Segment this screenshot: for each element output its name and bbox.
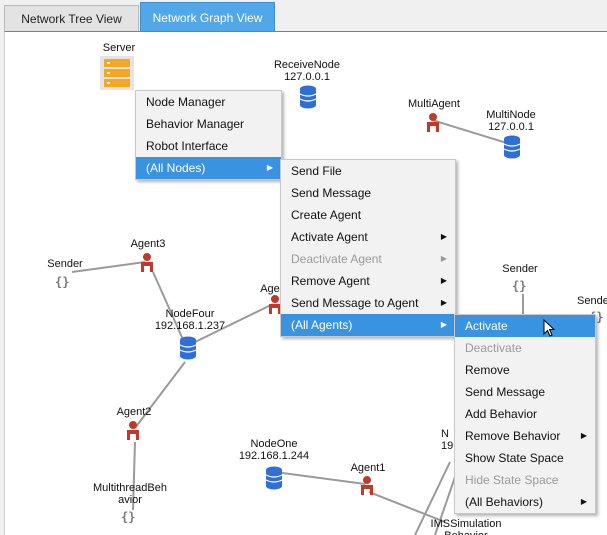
menu-item-label: Remove Behavior [465, 429, 561, 443]
submenu-arrow-icon: ▶ [440, 276, 447, 285]
agent-icon[interactable] [139, 252, 155, 274]
menu-item-create-agent[interactable]: Create Agent [281, 204, 455, 226]
menu-item-label: Deactivate Agent [291, 252, 382, 266]
server-label: Server [102, 42, 136, 54]
menu-item-add-behavior[interactable]: Add Behavior [455, 403, 595, 425]
nodes-submenu: Send File Send Message Create Agent Acti… [280, 159, 456, 337]
menu-item-all-nodes[interactable]: (All Nodes) ▶ [136, 157, 281, 179]
agent3-label: Agent3 [130, 238, 166, 250]
menu-item-label: Send Message to Agent [291, 296, 419, 310]
menu-item-send-message[interactable]: Send Message [281, 182, 455, 204]
server-graphic [104, 59, 130, 87]
context-menu: Node Manager Behavior Manager Robot Inte… [135, 90, 282, 180]
mouse-cursor-icon [543, 319, 556, 337]
menu-item-behavior-manager[interactable]: Behavior Manager [136, 113, 281, 135]
menu-item-robot-interface[interactable]: Robot Interface [136, 135, 281, 157]
submenu-arrow-icon: ▶ [440, 320, 447, 329]
database-icon[interactable] [298, 85, 318, 109]
agent2-label: Agent2 [116, 406, 152, 418]
behavior-icon[interactable]: {} [55, 275, 69, 289]
menu-item-label: Add Behavior [465, 407, 538, 421]
agent-icon[interactable] [359, 475, 375, 497]
database-icon[interactable] [502, 135, 522, 159]
node-one-label: NodeOne 192.168.1.244 [238, 438, 310, 462]
menu-item-deactivate-agent: Deactivate Agent ▶ [281, 248, 455, 270]
menu-item-label: Show State Space [465, 451, 564, 465]
menu-item-label: Activate [465, 319, 508, 333]
submenu-arrow-icon: ▶ [440, 254, 447, 263]
agents-submenu: Activate Deactivate Remove Send Message … [454, 314, 596, 514]
submenu-arrow-icon: ▶ [580, 431, 587, 440]
behavior-icon[interactable]: {} [512, 279, 526, 293]
menu-item-label: (All Nodes) [146, 161, 206, 175]
menu-item-label: Send Message [465, 385, 546, 399]
menu-item-label: Remove [465, 363, 510, 377]
multi-agent-label: MultiAgent [408, 98, 460, 110]
menu-item-show-state-space[interactable]: Show State Space [455, 447, 595, 469]
menu-item-label: Deactivate [465, 341, 522, 355]
tab-bar: Network Tree View Network Graph View [0, 0, 607, 32]
database-icon[interactable] [178, 336, 198, 360]
menu-item-send-message[interactable]: Send Message [455, 381, 595, 403]
menu-item-label: Remove Agent [291, 274, 370, 288]
menu-item-label: Create Agent [291, 208, 362, 222]
submenu-arrow-icon: ▶ [266, 163, 273, 172]
tab-network-graph-view[interactable]: Network Graph View [140, 2, 275, 32]
agent-icon[interactable] [425, 112, 441, 134]
menu-item-label: Node Manager [146, 95, 226, 109]
sender-label: Sende [577, 295, 607, 307]
menu-item-remove-behavior[interactable]: Remove Behavior ▶ [455, 425, 595, 447]
menu-item-label: Activate Agent [291, 230, 368, 244]
node-four-label: NodeFour 192.168.1.237 [154, 308, 226, 332]
menu-item-node-manager[interactable]: Node Manager [136, 91, 281, 113]
multi-node-label: MultiNode 127.0.0.1 [486, 109, 536, 133]
submenu-arrow-icon: ▶ [440, 232, 447, 241]
menu-item-label: Behavior Manager [146, 117, 245, 131]
tab-network-tree-view[interactable]: Network Tree View [4, 5, 139, 31]
menu-item-remove-agent[interactable]: Remove Agent ▶ [281, 270, 455, 292]
menu-item-deactivate: Deactivate [455, 337, 595, 359]
menu-item-activate-agent[interactable]: Activate Agent ▶ [281, 226, 455, 248]
menu-item-all-behaviors[interactable]: (All Behaviors) ▶ [455, 491, 595, 513]
sender-label: Sender [47, 258, 83, 270]
menu-item-label: Send File [291, 164, 342, 178]
menu-item-send-message-to-agent[interactable]: Send Message to Agent ▶ [281, 292, 455, 314]
menu-item-label: (All Behaviors) [465, 495, 544, 509]
menu-item-all-agents[interactable]: (All Agents) ▶ [281, 314, 455, 336]
multithread-behavior-label: MultithreadBeh avior [93, 482, 167, 506]
menu-item-label: Hide State Space [465, 473, 559, 487]
behavior-icon[interactable]: {} [121, 510, 135, 524]
submenu-arrow-icon: ▶ [440, 298, 447, 307]
menu-item-activate[interactable]: Activate [455, 315, 595, 337]
submenu-arrow-icon: ▶ [580, 497, 587, 506]
ims-simulation-behavior-label: IMSSimulation Behavior [430, 518, 502, 535]
menu-item-label: Send Message [291, 186, 372, 200]
database-icon[interactable] [264, 466, 284, 490]
receive-node-label: ReceiveNode 127.0.0.1 [273, 59, 341, 83]
sender-label: Sender [502, 263, 538, 275]
menu-item-remove[interactable]: Remove [455, 359, 595, 381]
menu-item-label: (All Agents) [291, 318, 353, 332]
agent1-label: Agent1 [350, 462, 386, 474]
menu-item-hide-state-space: Hide State Space [455, 469, 595, 491]
menu-item-send-file[interactable]: Send File [281, 160, 455, 182]
menu-item-label: Robot Interface [146, 139, 229, 153]
server-icon[interactable] [100, 56, 134, 90]
agent-icon[interactable] [125, 420, 141, 442]
